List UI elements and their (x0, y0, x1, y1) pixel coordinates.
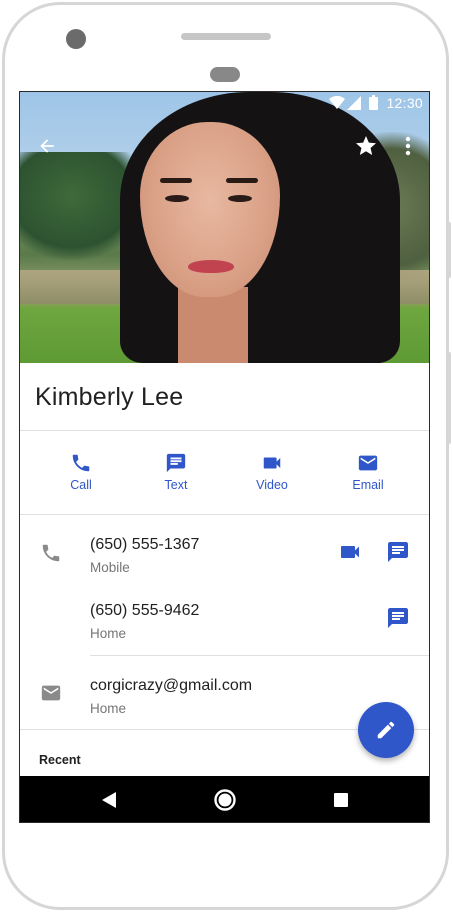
name-section: Kimberly Lee (20, 363, 429, 431)
send-message-button[interactable] (386, 606, 410, 635)
send-message-button[interactable] (386, 540, 410, 569)
nav-back-icon[interactable] (97, 788, 121, 812)
call-label: Call (70, 478, 92, 492)
phone-row-home[interactable]: (650) 555-9462 Home (20, 585, 429, 655)
earpiece-speaker (181, 33, 271, 40)
message-icon (388, 542, 408, 562)
email-icon (358, 455, 378, 471)
text-button[interactable]: Text (141, 452, 211, 500)
email-type: Home (90, 701, 127, 716)
battery-icon (369, 95, 378, 110)
message-icon (166, 453, 186, 473)
video-call-button[interactable] (338, 540, 362, 569)
nav-home-icon[interactable] (213, 788, 237, 812)
power-button (447, 222, 451, 278)
star-icon[interactable] (352, 132, 380, 160)
wifi-icon (329, 96, 345, 109)
proximity-sensor (210, 67, 240, 82)
phone-type: Mobile (90, 560, 130, 575)
status-bar: 12:30 (20, 92, 429, 114)
edit-contact-fab[interactable] (358, 702, 414, 758)
contact-name: Kimberly Lee (35, 383, 184, 411)
videocam-icon (263, 457, 281, 469)
screen: 12:30 Kimberly Lee Call Text Video Email… (19, 91, 430, 823)
video-button[interactable]: Video (237, 452, 307, 500)
video-label: Video (256, 478, 288, 492)
email-label: Email (352, 478, 384, 492)
edit-pencil-icon (377, 721, 395, 739)
contact-photo: 12:30 (20, 92, 429, 363)
email-button[interactable]: Email (333, 452, 403, 500)
message-icon (388, 608, 408, 628)
call-button[interactable]: Call (46, 452, 116, 500)
volume-button (447, 352, 451, 444)
more-vert-icon[interactable] (394, 132, 422, 160)
quick-actions: Call Text Video Email (20, 431, 429, 515)
email-icon (41, 685, 61, 701)
recent-section-title: Recent (39, 753, 81, 767)
email-address: corgicrazy@gmail.com (90, 677, 253, 694)
status-time: 12:30 (386, 95, 423, 111)
phone-icon (42, 544, 60, 562)
back-arrow-icon[interactable] (33, 132, 61, 160)
navigation-bar (20, 776, 429, 822)
nav-recents-icon[interactable] (329, 788, 353, 812)
phone-number: (650) 555-1367 (90, 536, 200, 553)
phone-row-mobile[interactable]: (650) 555-1367 Mobile (20, 515, 429, 585)
phone-number: (650) 555-9462 (90, 602, 200, 619)
signal-icon (347, 96, 361, 110)
phone-icon (72, 454, 90, 472)
videocam-icon (341, 546, 359, 558)
phone-type: Home (90, 626, 127, 641)
front-camera (66, 29, 86, 49)
text-label: Text (164, 478, 188, 492)
